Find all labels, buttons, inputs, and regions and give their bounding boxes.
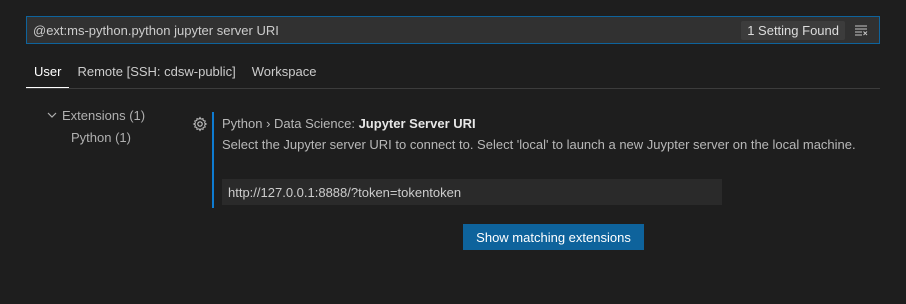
- tab-user[interactable]: User: [26, 58, 70, 88]
- toc-item-python[interactable]: Python (1): [44, 126, 145, 148]
- results-count-badge: 1 Setting Found: [741, 20, 845, 40]
- settings-search-input[interactable]: [27, 17, 742, 43]
- settings-toc: Extensions (1) Python (1): [44, 104, 145, 148]
- clear-filter-button[interactable]: [851, 20, 871, 40]
- chevron-down-icon: [44, 107, 60, 123]
- settings-scope-tabs: User Remote [SSH: cdsw-public] Workspace: [26, 58, 880, 89]
- setting-description: Select the Jupyter server URI to connect…: [222, 137, 856, 152]
- clear-filter-icon: [855, 25, 868, 36]
- toc-item-extensions[interactable]: Extensions (1): [44, 104, 145, 126]
- setting-label: Jupyter Server URI: [358, 116, 476, 131]
- settings-search-box: 1 Setting Found: [26, 16, 880, 44]
- setting-item-jupyter-server-uri: Python › Data Science: Jupyter Server UR…: [212, 112, 894, 208]
- tab-workspace[interactable]: Workspace: [244, 58, 325, 88]
- toc-item-extensions-label: Extensions (1): [62, 107, 146, 123]
- setting-title: Python › Data Science: Jupyter Server UR…: [222, 116, 476, 131]
- show-matching-extensions-button[interactable]: Show matching extensions: [463, 224, 644, 250]
- setting-gear-icon[interactable]: [192, 116, 208, 132]
- setting-category: Python › Data Science:: [222, 116, 359, 131]
- toc-item-python-label: Python (1): [71, 129, 131, 145]
- tab-remote[interactable]: Remote [SSH: cdsw-public]: [69, 58, 243, 88]
- setting-value-input[interactable]: [222, 179, 722, 205]
